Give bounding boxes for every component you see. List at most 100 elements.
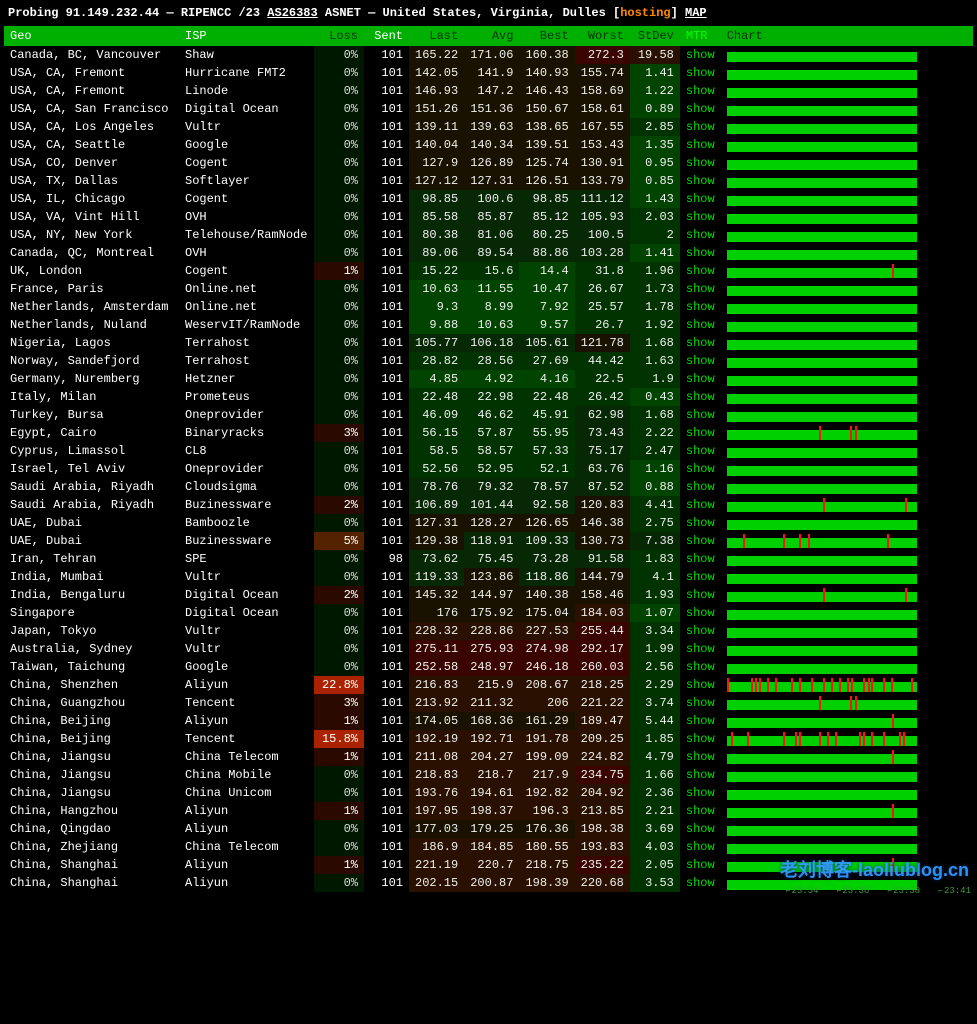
mtr-show-link[interactable]: show: [686, 372, 715, 386]
cell-best: 217.9: [519, 766, 574, 784]
mtr-show-link[interactable]: show: [686, 750, 715, 764]
mtr-show-link[interactable]: show: [686, 318, 715, 332]
mtr-show-link[interactable]: show: [686, 840, 715, 854]
mtr-show-link[interactable]: show: [686, 498, 715, 512]
col-mtr[interactable]: MTR: [680, 26, 721, 46]
mtr-show-link[interactable]: show: [686, 336, 715, 350]
mtr-show-link[interactable]: show: [686, 606, 715, 620]
mtr-show-link[interactable]: show: [686, 84, 715, 98]
col-worst[interactable]: Worst: [575, 26, 630, 46]
cell-sent: 101: [364, 442, 409, 460]
mtr-show-link[interactable]: show: [686, 102, 715, 116]
cell-worst: 26.42: [575, 388, 630, 406]
cell-best: 192.82: [519, 784, 574, 802]
col-stdev[interactable]: StDev: [630, 26, 680, 46]
cell-best: 7.92: [519, 298, 574, 316]
registry: RIPENCC: [181, 6, 231, 20]
cell-last: 28.82: [409, 352, 464, 370]
cell-best: 191.78: [519, 730, 574, 748]
mtr-show-link[interactable]: show: [686, 516, 715, 530]
col-isp[interactable]: ISP: [179, 26, 314, 46]
mtr-show-link[interactable]: show: [686, 480, 715, 494]
mtr-show-link[interactable]: show: [686, 264, 715, 278]
mtr-show-link[interactable]: show: [686, 354, 715, 368]
cell-geo: China, Jiangsu: [4, 784, 179, 802]
mtr-show-link[interactable]: show: [686, 210, 715, 224]
cell-chart: [721, 46, 973, 64]
mtr-show-link[interactable]: show: [686, 804, 715, 818]
cell-sent: 101: [364, 514, 409, 532]
cell-geo: Canada, QC, Montreal: [4, 244, 179, 262]
mtr-show-link[interactable]: show: [686, 624, 715, 638]
map-link[interactable]: MAP: [685, 6, 707, 20]
cell-last: 80.38: [409, 226, 464, 244]
cell-last: 129.38: [409, 532, 464, 550]
table-row: China, Hangzhou Aliyun 1% 101 197.95 198…: [4, 802, 973, 820]
cell-chart: [721, 370, 973, 388]
cell-loss: 5%: [314, 532, 364, 550]
cell-sent: 101: [364, 136, 409, 154]
mtr-show-link[interactable]: show: [686, 426, 715, 440]
mtr-show-link[interactable]: show: [686, 822, 715, 836]
mtr-show-link[interactable]: show: [686, 300, 715, 314]
col-geo[interactable]: Geo: [4, 26, 179, 46]
col-avg[interactable]: Avg: [464, 26, 519, 46]
mtr-show-link[interactable]: show: [686, 588, 715, 602]
cell-sent: 101: [364, 424, 409, 442]
mtr-show-link[interactable]: show: [686, 552, 715, 566]
cell-avg: 57.87: [464, 424, 519, 442]
cell-avg: 52.95: [464, 460, 519, 478]
cell-worst: 26.67: [575, 280, 630, 298]
mtr-show-link[interactable]: show: [686, 768, 715, 782]
table-row: China, Jiangsu China Telecom 1% 101 211.…: [4, 748, 973, 766]
time-axis: 23:34 23:36 23:38 23:41: [786, 886, 971, 896]
cell-isp: OVH: [179, 208, 314, 226]
mtr-show-link[interactable]: show: [686, 120, 715, 134]
mtr-show-link[interactable]: show: [686, 192, 715, 206]
col-chart[interactable]: Chart: [721, 26, 973, 46]
cell-sent: 101: [364, 190, 409, 208]
asn-link[interactable]: AS26383: [267, 6, 317, 20]
cell-loss: 0%: [314, 100, 364, 118]
mtr-show-link[interactable]: show: [686, 570, 715, 584]
col-loss[interactable]: Loss: [314, 26, 364, 46]
mtr-show-link[interactable]: show: [686, 156, 715, 170]
mtr-show-link[interactable]: show: [686, 282, 715, 296]
col-last[interactable]: Last: [409, 26, 464, 46]
col-best[interactable]: Best: [519, 26, 574, 46]
cell-last: 221.19: [409, 856, 464, 874]
cell-stdev: 1.41: [630, 244, 680, 262]
cell-chart: [721, 514, 973, 532]
cell-last: 151.26: [409, 100, 464, 118]
cell-stdev: 1.07: [630, 604, 680, 622]
mtr-show-link[interactable]: show: [686, 696, 715, 710]
mtr-show-link[interactable]: show: [686, 66, 715, 80]
mtr-show-link[interactable]: show: [686, 246, 715, 260]
mtr-show-link[interactable]: show: [686, 390, 715, 404]
mtr-show-link[interactable]: show: [686, 660, 715, 674]
mtr-show-link[interactable]: show: [686, 714, 715, 728]
mtr-show-link[interactable]: show: [686, 174, 715, 188]
col-sent[interactable]: Sent: [364, 26, 409, 46]
mtr-show-link[interactable]: show: [686, 408, 715, 422]
mtr-show-link[interactable]: show: [686, 876, 715, 890]
mtr-show-link[interactable]: show: [686, 534, 715, 548]
mtr-show-link[interactable]: show: [686, 228, 715, 242]
cell-geo: Saudi Arabia, Riyadh: [4, 496, 179, 514]
mtr-show-link[interactable]: show: [686, 642, 715, 656]
mtr-show-link[interactable]: show: [686, 462, 715, 476]
mtr-show-link[interactable]: show: [686, 48, 715, 62]
cell-loss: 0%: [314, 352, 364, 370]
ping-table: Geo ISP Loss Sent Last Avg Best Worst St…: [4, 26, 973, 892]
cell-geo: USA, NY, New York: [4, 226, 179, 244]
mtr-show-link[interactable]: show: [686, 138, 715, 152]
cell-stdev: 2.36: [630, 784, 680, 802]
mtr-show-link[interactable]: show: [686, 732, 715, 746]
cell-sent: 101: [364, 280, 409, 298]
mtr-show-link[interactable]: show: [686, 786, 715, 800]
mtr-show-link[interactable]: show: [686, 444, 715, 458]
mtr-show-link[interactable]: show: [686, 858, 715, 872]
mtr-show-link[interactable]: show: [686, 678, 715, 692]
cell-isp: Cogent: [179, 154, 314, 172]
cell-geo: Egypt, Cairo: [4, 424, 179, 442]
